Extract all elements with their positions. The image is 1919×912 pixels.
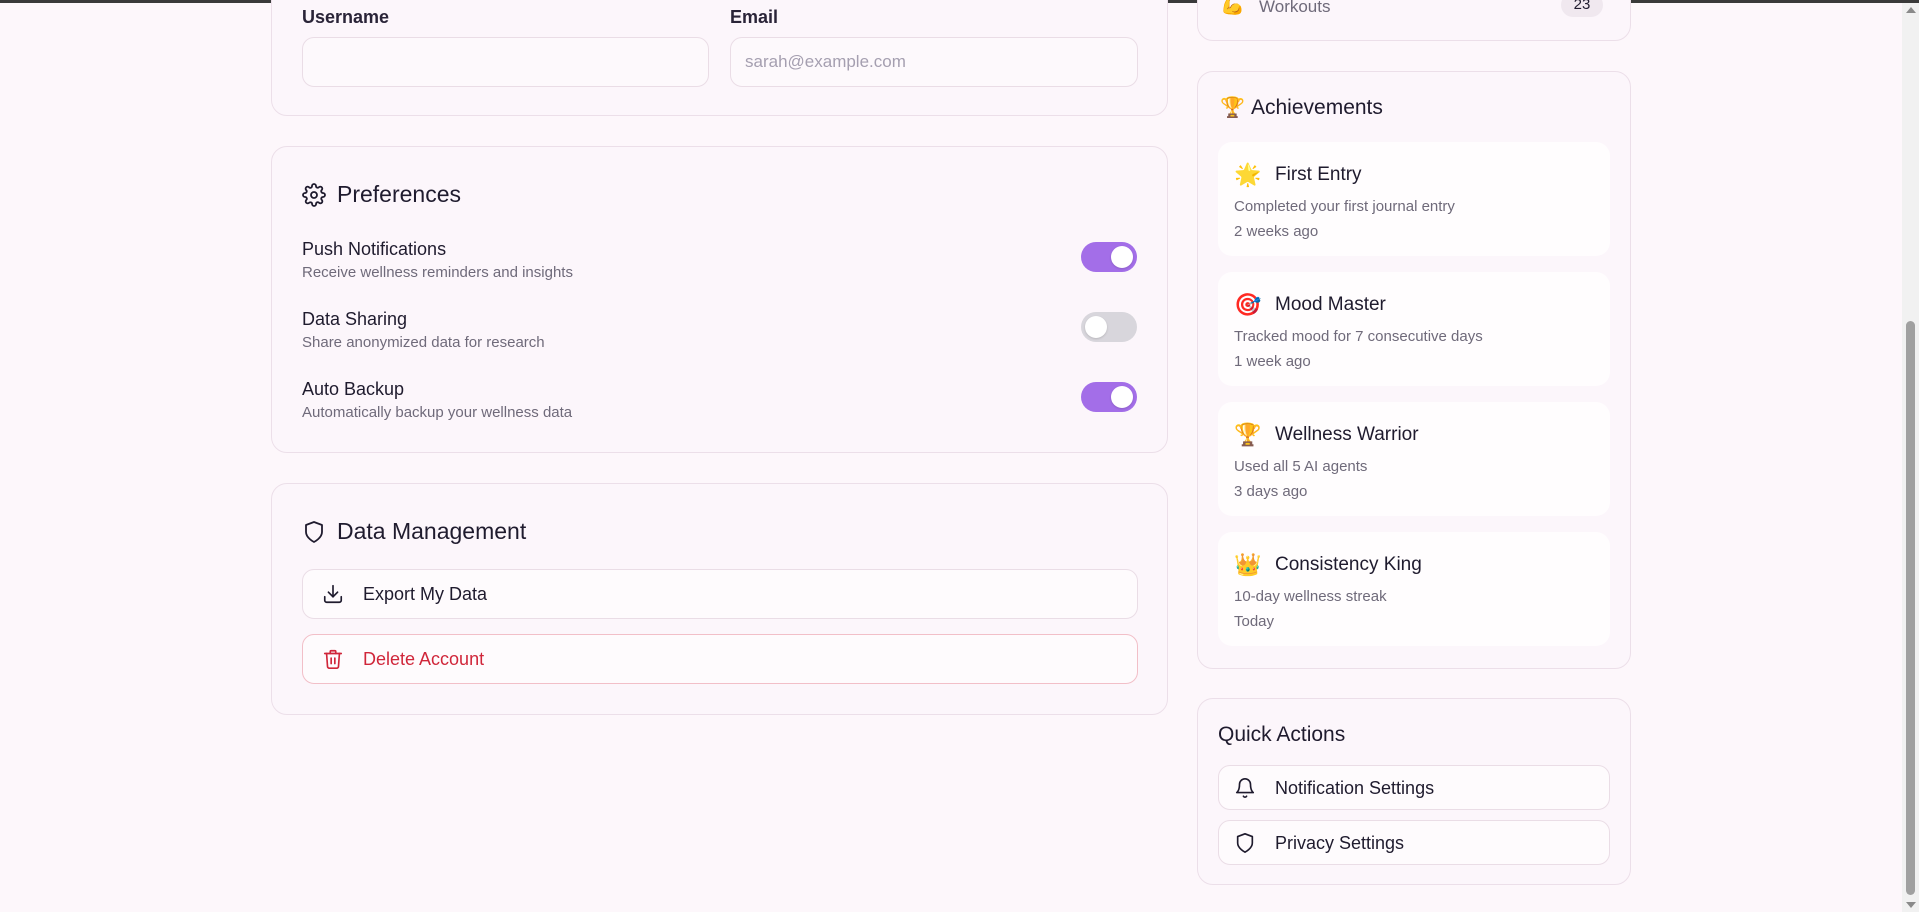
workouts-count-badge: 23 (1561, 0, 1603, 17)
bell-icon (1235, 778, 1255, 798)
trophy-icon: 🏆 (1234, 422, 1262, 447)
preferences-title: Preferences (337, 181, 462, 207)
achievement-time: 1 week ago (1234, 353, 1311, 370)
export-data-label: Export My Data (363, 584, 488, 604)
achievement-title: Mood Master (1275, 294, 1386, 315)
achievement-item: 🌟 First Entry Completed your first journ… (1218, 142, 1610, 256)
page-scrollbar[interactable] (1902, 3, 1919, 912)
crown-icon: 👑 (1234, 552, 1262, 577)
data-sharing-desc: Share anonymized data for research (302, 334, 545, 351)
download-icon (323, 584, 343, 604)
achievement-item: 🏆 Wellness Warrior Used all 5 AI agents … (1218, 402, 1610, 516)
privacy-settings-button[interactable]: Privacy Settings (1218, 820, 1610, 865)
achievement-title: First Entry (1275, 164, 1362, 185)
auto-backup-desc: Automatically backup your wellness data (302, 404, 573, 421)
notification-settings-button[interactable]: Notification Settings (1218, 765, 1610, 810)
achievement-time: 2 weeks ago (1234, 223, 1319, 240)
achievement-item: 👑 Consistency King 10-day wellness strea… (1218, 532, 1610, 646)
preferences-card: Preferences Push Notifications Receive w… (271, 146, 1168, 453)
star-icon: 🌟 (1234, 162, 1262, 187)
achievement-title: Wellness Warrior (1275, 424, 1419, 445)
push-notifications-title: Push Notifications (302, 239, 447, 259)
privacy-settings-label: Privacy Settings (1275, 833, 1405, 853)
achievements-title: Achievements (1251, 96, 1383, 119)
scroll-up-arrow-icon[interactable] (1906, 7, 1916, 13)
scroll-down-arrow-icon[interactable] (1906, 902, 1916, 908)
username-label: Username (302, 7, 390, 27)
target-icon: 🎯 (1234, 292, 1262, 317)
achievement-title: Consistency King (1275, 554, 1422, 575)
email-label: Email (730, 7, 779, 27)
achievement-item: 🎯 Mood Master Tracked mood for 7 consecu… (1218, 272, 1610, 386)
push-notifications-desc: Receive wellness reminders and insights (302, 264, 573, 281)
notification-settings-label: Notification Settings (1275, 778, 1435, 798)
email-input[interactable] (730, 37, 1138, 87)
auto-backup-toggle[interactable] (1081, 382, 1137, 412)
gear-icon (302, 183, 326, 207)
trophy-icon: 🏆 (1220, 97, 1245, 119)
shield-icon (305, 521, 323, 543)
auto-backup-title: Auto Backup (302, 379, 405, 399)
data-sharing-toggle[interactable] (1081, 312, 1137, 342)
data-management-title: Data Management (337, 518, 527, 544)
data-sharing-title: Data Sharing (302, 309, 408, 329)
workouts-label: Workouts (1259, 0, 1331, 16)
export-data-button[interactable]: Export My Data (302, 569, 1138, 619)
quick-actions-title: Quick Actions (1218, 723, 1346, 746)
stats-card: 💪 Workouts 23 (1197, 0, 1631, 41)
quick-actions-card: Quick Actions Notification Settings Priv… (1197, 698, 1631, 885)
push-notifications-toggle[interactable] (1081, 242, 1137, 272)
achievements-card: 🏆 Achievements 🌟 First Entry Completed y… (1197, 71, 1631, 669)
shield-icon (1236, 833, 1254, 853)
data-management-card: Data Management Export My Data Delete Ac… (271, 483, 1168, 715)
scrollbar-thumb[interactable] (1906, 321, 1915, 895)
trash-icon (323, 649, 343, 669)
delete-account-label: Delete Account (363, 649, 485, 669)
achievement-time: 3 days ago (1234, 483, 1308, 500)
workouts-icon: 💪 (1220, 0, 1245, 16)
profile-card: Username Email (271, 0, 1168, 116)
delete-account-button[interactable]: Delete Account (302, 634, 1138, 684)
achievement-desc: Tracked mood for 7 consecutive days (1234, 328, 1483, 345)
achievement-desc: Completed your first journal entry (1234, 198, 1455, 215)
toggle-knob (1111, 386, 1133, 408)
toggle-knob (1111, 246, 1133, 268)
achievement-desc: Used all 5 AI agents (1234, 458, 1368, 475)
username-input[interactable] (302, 37, 709, 87)
achievement-desc: 10-day wellness streak (1234, 588, 1387, 605)
toggle-knob (1085, 316, 1107, 338)
achievement-time: Today (1234, 613, 1275, 630)
